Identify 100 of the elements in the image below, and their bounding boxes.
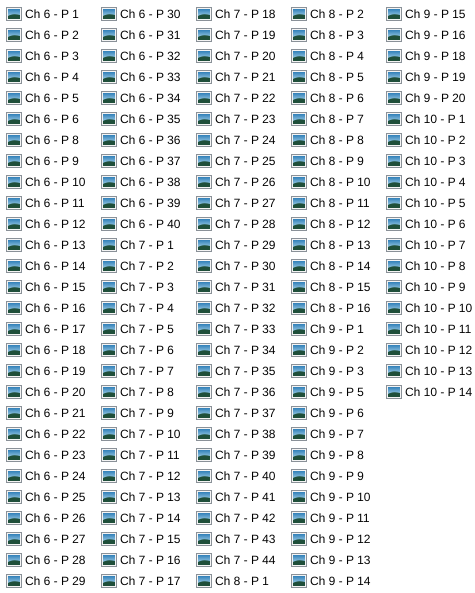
- file-name[interactable]: Ch 6 - P 13: [25, 238, 86, 252]
- file-name[interactable]: Ch 10 - P 14: [405, 384, 472, 398]
- file-name[interactable]: Ch 8 - P 14: [310, 258, 370, 272]
- file-name[interactable]: Ch 6 - P 18: [25, 342, 86, 356]
- file-name[interactable]: Ch 7 - P 33: [215, 322, 276, 336]
- file-name[interactable]: Ch 9 - P 13: [310, 552, 370, 566]
- file-name[interactable]: Ch 8 - P 16: [310, 300, 370, 314]
- file-name[interactable]: Ch 6 - P 12: [25, 216, 86, 230]
- file-name[interactable]: Ch 7 - P 30: [215, 258, 276, 272]
- file-name[interactable]: Ch 6 - P 39: [120, 196, 180, 210]
- file-name[interactable]: Ch 7 - P 38: [215, 426, 276, 440]
- file-name[interactable]: Ch 7 - P 25: [215, 154, 276, 168]
- file-name[interactable]: Ch 7 - P 41: [215, 490, 276, 504]
- file-name[interactable]: Ch 6 - P 30: [120, 6, 180, 20]
- file-name[interactable]: Ch 6 - P 15: [25, 280, 86, 294]
- file-name[interactable]: Ch 9 - P 2: [310, 342, 364, 356]
- file-name[interactable]: Ch 8 - P 4: [310, 48, 364, 62]
- file-name[interactable]: Ch 8 - P 10: [310, 174, 370, 188]
- file-name[interactable]: Ch 9 - P 3: [310, 364, 364, 378]
- file-name[interactable]: Ch 6 - P 16: [25, 300, 86, 314]
- file-name[interactable]: Ch 6 - P 40: [120, 216, 180, 230]
- file-name[interactable]: Ch 6 - P 33: [120, 70, 180, 84]
- file-name[interactable]: Ch 8 - P 13: [310, 238, 370, 252]
- file-name[interactable]: Ch 7 - P 43: [215, 532, 276, 546]
- file-name[interactable]: Ch 7 - P 40: [215, 468, 276, 482]
- file-name[interactable]: Ch 7 - P 11: [120, 448, 180, 462]
- file-name[interactable]: Ch 8 - P 2: [310, 6, 364, 20]
- file-name[interactable]: Ch 8 - P 8: [310, 132, 364, 146]
- file-name[interactable]: Ch 6 - P 9: [25, 154, 79, 168]
- file-name[interactable]: Ch 10 - P 4: [405, 174, 466, 188]
- file-name[interactable]: Ch 7 - P 29: [215, 238, 276, 252]
- file-name[interactable]: Ch 9 - P 19: [405, 70, 466, 84]
- file-name[interactable]: Ch 6 - P 37: [120, 154, 180, 168]
- file-name[interactable]: Ch 10 - P 13: [405, 364, 472, 378]
- file-name[interactable]: Ch 6 - P 35: [120, 112, 180, 126]
- file-name[interactable]: Ch 7 - P 8: [120, 384, 174, 398]
- file-name[interactable]: Ch 6 - P 10: [25, 174, 86, 188]
- file-name[interactable]: Ch 7 - P 42: [215, 510, 276, 524]
- file-name[interactable]: Ch 9 - P 6: [310, 406, 364, 420]
- file-name[interactable]: Ch 7 - P 36: [215, 384, 276, 398]
- file-name[interactable]: Ch 7 - P 12: [120, 468, 180, 482]
- file-name[interactable]: Ch 6 - P 25: [25, 490, 86, 504]
- file-name[interactable]: Ch 8 - P 3: [310, 28, 364, 42]
- file-name[interactable]: Ch 7 - P 7: [120, 364, 174, 378]
- file-name[interactable]: Ch 7 - P 37: [215, 406, 276, 420]
- file-name[interactable]: Ch 9 - P 9: [310, 468, 364, 482]
- file-name[interactable]: Ch 10 - P 9: [405, 280, 466, 294]
- file-name[interactable]: Ch 7 - P 44: [215, 552, 276, 566]
- file-name[interactable]: Ch 6 - P 27: [25, 532, 86, 546]
- file-name[interactable]: Ch 6 - P 20: [25, 384, 86, 398]
- file-name[interactable]: Ch 7 - P 15: [120, 532, 180, 546]
- file-name[interactable]: Ch 6 - P 8: [25, 132, 79, 146]
- file-name[interactable]: Ch 6 - P 14: [25, 258, 86, 272]
- file-name[interactable]: Ch 9 - P 12: [310, 532, 370, 546]
- file-name[interactable]: Ch 6 - P 36: [120, 132, 180, 146]
- file-name[interactable]: Ch 6 - P 21: [25, 406, 86, 420]
- file-name[interactable]: Ch 9 - P 18: [405, 48, 466, 62]
- file-name[interactable]: Ch 7 - P 3: [120, 280, 174, 294]
- file-name[interactable]: Ch 6 - P 28: [25, 552, 86, 566]
- file-name[interactable]: Ch 6 - P 11: [25, 196, 85, 210]
- file-name[interactable]: Ch 7 - P 27: [215, 196, 276, 210]
- file-name[interactable]: Ch 7 - P 35: [215, 364, 276, 378]
- file-name[interactable]: Ch 10 - P 8: [405, 258, 466, 272]
- file-name[interactable]: Ch 7 - P 34: [215, 342, 276, 356]
- file-name[interactable]: Ch 7 - P 20: [215, 48, 276, 62]
- file-name[interactable]: Ch 6 - P 31: [120, 28, 180, 42]
- file-name[interactable]: Ch 7 - P 26: [215, 174, 276, 188]
- file-name[interactable]: Ch 6 - P 3: [25, 48, 79, 62]
- file-name[interactable]: Ch 9 - P 1: [310, 322, 364, 336]
- file-name[interactable]: Ch 7 - P 39: [215, 448, 276, 462]
- file-name[interactable]: Ch 7 - P 1: [120, 238, 174, 252]
- file-name[interactable]: Ch 8 - P 15: [310, 280, 370, 294]
- file-name[interactable]: Ch 7 - P 19: [215, 28, 276, 42]
- file-name[interactable]: Ch 10 - P 6: [405, 216, 466, 230]
- file-name[interactable]: Ch 10 - P 12: [405, 342, 472, 356]
- file-name[interactable]: Ch 6 - P 34: [120, 90, 180, 104]
- file-name[interactable]: Ch 6 - P 26: [25, 510, 86, 524]
- file-name[interactable]: Ch 7 - P 9: [120, 406, 174, 420]
- file-name[interactable]: Ch 8 - P 12: [310, 216, 370, 230]
- file-name[interactable]: Ch 8 - P 5: [310, 70, 364, 84]
- file-name[interactable]: Ch 6 - P 2: [25, 28, 79, 42]
- file-name[interactable]: Ch 10 - P 11: [405, 322, 472, 336]
- file-name[interactable]: Ch 7 - P 28: [215, 216, 276, 230]
- file-name[interactable]: Ch 9 - P 8: [310, 448, 364, 462]
- file-name[interactable]: Ch 7 - P 21: [215, 70, 276, 84]
- file-name[interactable]: Ch 7 - P 32: [215, 300, 276, 314]
- file-name[interactable]: Ch 8 - P 7: [310, 112, 364, 126]
- file-name[interactable]: Ch 7 - P 22: [215, 90, 276, 104]
- file-name[interactable]: Ch 7 - P 24: [215, 132, 276, 146]
- file-name[interactable]: Ch 10 - P 3: [405, 154, 466, 168]
- file-name[interactable]: Ch 7 - P 17: [120, 574, 180, 588]
- file-name[interactable]: Ch 7 - P 6: [120, 342, 174, 356]
- file-name[interactable]: Ch 10 - P 5: [405, 196, 466, 210]
- file-name[interactable]: Ch 7 - P 16: [120, 552, 180, 566]
- file-name[interactable]: Ch 7 - P 23: [215, 112, 276, 126]
- file-name[interactable]: Ch 6 - P 19: [25, 364, 86, 378]
- file-name[interactable]: Ch 7 - P 31: [215, 280, 276, 294]
- file-name[interactable]: Ch 6 - P 24: [25, 468, 86, 482]
- file-name[interactable]: Ch 10 - P 7: [405, 238, 466, 252]
- file-name[interactable]: Ch 7 - P 10: [120, 426, 180, 440]
